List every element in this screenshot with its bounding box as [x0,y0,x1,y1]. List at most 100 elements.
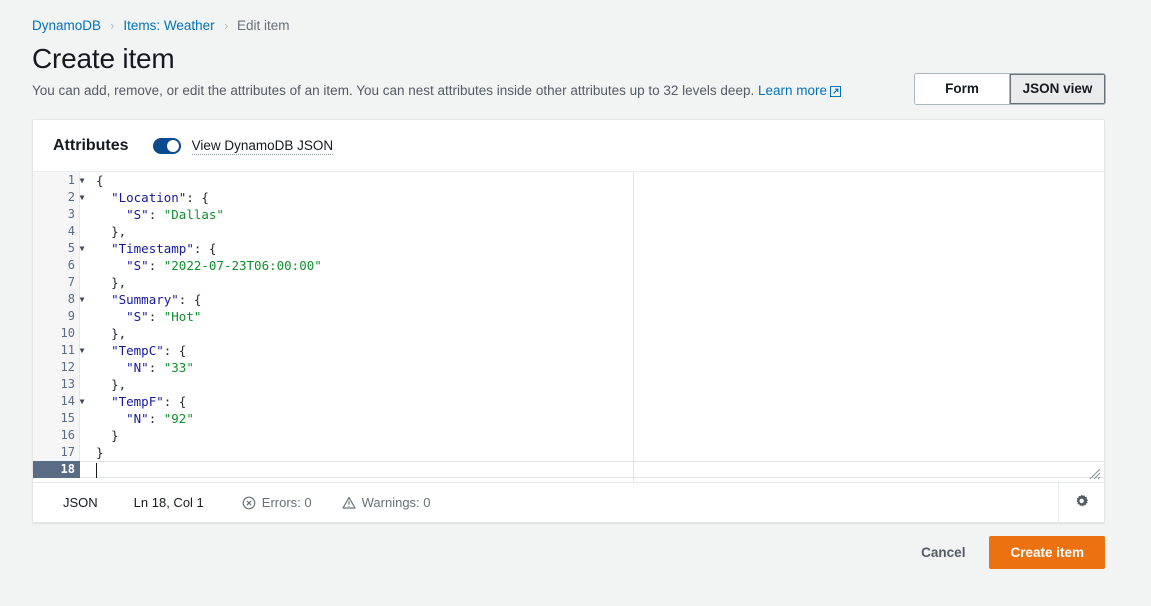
create-item-button[interactable]: Create item [989,536,1105,569]
json-token-str: "33" [163,360,194,375]
json-token-punc: }, [111,275,127,290]
editor-line[interactable]: 3 "S": "Dallas" [33,206,1104,223]
editor-resize-handle[interactable] [1088,467,1101,480]
view-switcher-option-json-view[interactable]: JSON view [1010,74,1105,104]
json-token-punc: }, [111,377,127,392]
json-token-punc: : [148,258,164,273]
editor-line-content[interactable]: "S": "Hot" [80,308,1104,325]
editor-line-number: 15 [33,410,80,427]
editor-line-content[interactable]: "Timestamp": { [80,240,1104,257]
json-token-str: "2022-07-23T06:00:00" [163,258,322,273]
breadcrumb-item-items-weather[interactable]: Items: Weather [123,18,214,33]
breadcrumb-item-edit-item[interactable]: Edit item [237,18,290,33]
editor-line-content[interactable]: "S": "Dallas" [80,206,1104,223]
view-switcher[interactable]: Form JSON view [915,74,1105,104]
editor-line[interactable]: 5 ▼ "Timestamp": { [33,240,1104,257]
breadcrumb-separator-icon: › [223,17,228,33]
json-token-key: "Summary" [111,292,179,307]
gear-icon [1073,493,1090,513]
editor-settings-button[interactable] [1058,482,1104,523]
editor-line[interactable]: 11 ▼ "TempC": { [33,342,1104,359]
editor-code-rows[interactable]: 1 ▼{2 ▼ "Location": {3 "S": "Dallas" 4 }, 5 ▼… [33,172,1104,478]
editor-line[interactable]: 15 "N": "92" [33,410,1104,427]
status-cursor-position: Ln 18, Col 1 [133,495,204,510]
json-token-key: "Location" [111,190,187,205]
editor-line-content[interactable]: "TempC": { [80,342,1104,359]
editor-line-content[interactable]: }, [80,376,1104,393]
editor-line-number: 2 ▼ [33,189,84,206]
toggle-knob [166,140,179,152]
attributes-card-header: Attributes View DynamoDB JSON [33,120,1104,172]
attributes-title: Attributes [53,137,129,154]
text-cursor [96,463,97,478]
editor-status-bar: JSON Ln 18, Col 1 Errors: 0 Warnings: 0 [33,482,1104,523]
editor-line-content[interactable]: }, [80,223,1104,240]
editor-line-content[interactable]: }, [80,325,1104,342]
view-dynamodb-json-toggle-group[interactable]: View DynamoDB JSON [152,138,334,155]
json-token-punc: : [148,360,164,375]
editor-line-number: 8 ▼ [33,291,84,308]
editor-line-content[interactable]: "N": "92" [80,410,1104,427]
form-actions: Cancel Create item [0,523,1151,569]
editor-line-content[interactable]: } [80,444,1104,461]
editor-line-content[interactable]: "TempF": { [80,393,1104,410]
json-token-punc: : { [163,343,187,358]
page-title: Create item [32,43,175,74]
editor-line-content[interactable]: "N": "33" [80,359,1104,376]
json-token-punc: }, [111,326,127,341]
editor-line[interactable]: 16 } [33,427,1104,444]
view-dynamodb-json-toggle[interactable] [152,138,181,154]
view-switcher-option-form[interactable]: Form [915,74,1010,104]
page-description-text: You can add, remove, or edit the attribu… [32,83,755,98]
json-token-key: "TempF" [111,394,164,409]
editor-line[interactable]: 2 ▼ "Location": { [33,189,1104,206]
json-token-punc: : { [163,394,187,409]
editor-line[interactable]: 4 }, [33,223,1104,240]
editor-line-content[interactable]: "Summary": { [80,291,1104,308]
cancel-button[interactable]: Cancel [907,537,979,568]
editor-line[interactable]: 6 "S": "2022-07-23T06:00:00" [33,257,1104,274]
status-warnings-label: Warnings: 0 [361,495,431,510]
editor-line-content[interactable]: }, [80,274,1104,291]
editor-line[interactable]: 12 "N": "33" [33,359,1104,376]
json-token-punc: }, [111,224,127,239]
status-warnings: Warnings: 0 [342,495,431,510]
editor-line-number: 6 [33,257,80,274]
json-token-punc: : [148,411,164,426]
editor-line[interactable]: 7 }, [33,274,1104,291]
editor-line-number: 13 [33,376,80,393]
editor-line[interactable]: 8 ▼ "Summary": { [33,291,1104,308]
json-token-key: "S" [126,207,149,222]
editor-line[interactable]: 10 }, [33,325,1104,342]
breadcrumb-item-dynamodb[interactable]: DynamoDB [32,18,101,33]
editor-line-number: 16 [33,427,80,444]
editor-line[interactable]: 14 ▼ "TempF": { [33,393,1104,410]
editor-line[interactable]: 17} [33,444,1104,461]
editor-line-number: 14 ▼ [33,393,84,410]
editor-line[interactable]: 18 [33,461,1104,478]
error-circle-icon [242,496,256,510]
json-token-punc: : [148,309,164,324]
learn-more-link[interactable]: Learn more [758,83,827,98]
editor-line-number: 12 [33,359,80,376]
editor-line[interactable]: 9 "S": "Hot" [33,308,1104,325]
editor-line-number: 1 ▼ [33,172,84,189]
json-token-key: "N" [126,411,149,426]
json-editor[interactable]: 1 ▼{2 ▼ "Location": {3 "S": "Dallas" 4 }, 5 ▼… [33,172,1104,482]
status-errors-label: Errors: 0 [261,495,312,510]
editor-line-number: 7 [33,274,80,291]
json-token-key: "Timestamp" [111,241,194,256]
editor-line-content[interactable]: "Location": { [80,189,1104,206]
json-token-str: "Dallas" [163,207,224,222]
editor-line-number: 4 [33,223,80,240]
view-dynamodb-json-label[interactable]: View DynamoDB JSON [191,138,334,155]
editor-line-content[interactable]: { [80,172,1104,189]
editor-line-number: 18 [33,461,80,478]
editor-line-content[interactable] [80,461,1104,478]
editor-line[interactable]: 13 }, [33,376,1104,393]
editor-line-content[interactable]: "S": "2022-07-23T06:00:00" [80,257,1104,274]
editor-line-number: 5 ▼ [33,240,84,257]
editor-line[interactable]: 1 ▼ { [33,172,1104,189]
editor-line-content[interactable]: } [80,427,1104,444]
json-token-str: "Hot" [163,309,202,324]
